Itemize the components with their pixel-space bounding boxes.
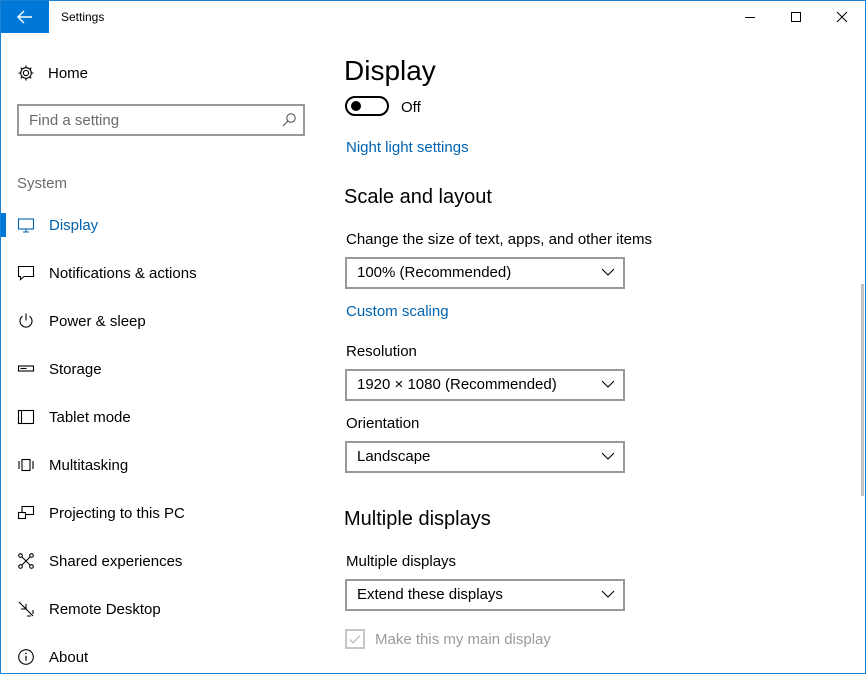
minimize-button[interactable] <box>727 1 773 33</box>
window-title: Settings <box>61 10 105 24</box>
resolution-value: 1920 × 1080 (Recommended) <box>357 376 557 393</box>
search-icon <box>282 113 296 127</box>
sidebar-item-label: Notifications & actions <box>49 264 197 282</box>
maximize-icon <box>791 12 801 22</box>
sidebar-item-label: Projecting to this PC <box>49 504 185 522</box>
sidebar-item-about[interactable]: About <box>1 633 321 673</box>
search-input[interactable] <box>19 106 279 134</box>
sidebar: Home System Display Notificati <box>1 33 321 673</box>
minimize-icon <box>745 17 755 18</box>
custom-scaling-link[interactable]: Custom scaling <box>346 303 449 320</box>
tablet-icon <box>17 408 35 426</box>
sidebar-item-projecting[interactable]: Projecting to this PC <box>1 489 321 537</box>
sidebar-item-display[interactable]: Display <box>1 201 321 249</box>
projector-icon <box>17 504 35 522</box>
power-icon <box>17 312 35 330</box>
orientation-value: Landscape <box>357 448 431 465</box>
sidebar-item-label: Storage <box>49 360 102 378</box>
vertical-scrollbar[interactable] <box>861 284 864 496</box>
sidebar-item-multitasking[interactable]: Multitasking <box>1 441 321 489</box>
sidebar-item-storage[interactable]: Storage <box>1 345 321 393</box>
sidebar-item-label: Remote Desktop <box>49 600 161 618</box>
toggle-knob <box>351 101 361 111</box>
sidebar-item-power-sleep[interactable]: Power & sleep <box>1 297 321 345</box>
share-icon <box>17 552 35 570</box>
home-label: Home <box>48 64 89 82</box>
info-icon <box>17 648 35 666</box>
sidebar-item-label: Multitasking <box>49 456 129 474</box>
settings-window: Settings Home Find a setting System Disp… <box>0 0 866 674</box>
storage-icon <box>17 360 35 378</box>
chevron-down-icon <box>601 590 615 598</box>
monitor-icon <box>17 216 35 234</box>
night-light-state: Off <box>401 99 421 116</box>
selection-indicator <box>1 213 6 237</box>
remote-desktop-icon <box>17 600 35 618</box>
multiple-displays-value: Extend these displays <box>357 586 503 603</box>
title-bar: Settings <box>1 1 865 33</box>
resolution-dropdown[interactable]: 1920 × 1080 (Recommended) <box>345 369 625 401</box>
sidebar-item-label: Shared experiences <box>49 552 183 570</box>
close-icon <box>836 11 848 23</box>
sidebar-item-notifications[interactable]: Notifications & actions <box>1 249 321 297</box>
chevron-down-icon <box>601 268 615 276</box>
main-display-label: Make this my main display <box>375 630 551 648</box>
scale-dropdown[interactable]: 100% (Recommended) <box>345 257 625 289</box>
sidebar-item-tablet-mode[interactable]: Tablet mode <box>1 393 321 441</box>
sidebar-item-shared-experiences[interactable]: Shared experiences <box>1 537 321 585</box>
scale-value: 100% (Recommended) <box>357 264 512 281</box>
scale-label: Change the size of text, apps, and other… <box>346 231 653 248</box>
orientation-dropdown[interactable]: Landscape <box>345 441 625 473</box>
chevron-down-icon <box>601 452 615 460</box>
resolution-label: Resolution <box>346 343 417 360</box>
section-label-system: System <box>17 175 68 192</box>
search-box <box>17 104 305 136</box>
sidebar-item-label: Display <box>49 216 99 234</box>
chevron-down-icon <box>601 380 615 388</box>
page-title: Display <box>344 55 436 86</box>
multitasking-icon <box>17 456 35 474</box>
gear-icon <box>17 64 35 82</box>
night-light-settings-link[interactable]: Night light settings <box>346 139 469 156</box>
multiple-displays-dropdown[interactable]: Extend these displays <box>345 579 625 611</box>
sidebar-item-remote-desktop[interactable]: Remote Desktop <box>1 585 321 633</box>
maximize-button[interactable] <box>773 1 819 33</box>
back-button[interactable] <box>1 1 49 33</box>
sidebar-item-label: Tablet mode <box>49 408 131 426</box>
scale-layout-heading: Scale and layout <box>344 186 492 208</box>
main-display-checkbox[interactable] <box>345 629 365 649</box>
checkmark-icon <box>349 634 361 644</box>
main-content: Display Off Night light settings Scale a… <box>321 33 865 673</box>
main-display-option: Make this my main display <box>345 627 551 651</box>
home-link[interactable]: Home <box>1 57 321 89</box>
night-light-toggle[interactable] <box>345 96 389 116</box>
close-button[interactable] <box>819 1 865 33</box>
orientation-label: Orientation <box>346 415 420 432</box>
sidebar-item-label: Power & sleep <box>49 312 146 330</box>
multiple-displays-heading: Multiple displays <box>344 508 491 530</box>
sidebar-item-label: About <box>49 648 89 666</box>
notification-icon <box>17 264 35 282</box>
arrow-left-icon <box>17 10 32 24</box>
sidebar-nav: Display Notifications & actions Power & … <box>1 201 321 673</box>
multiple-displays-label: Multiple displays <box>346 553 457 570</box>
